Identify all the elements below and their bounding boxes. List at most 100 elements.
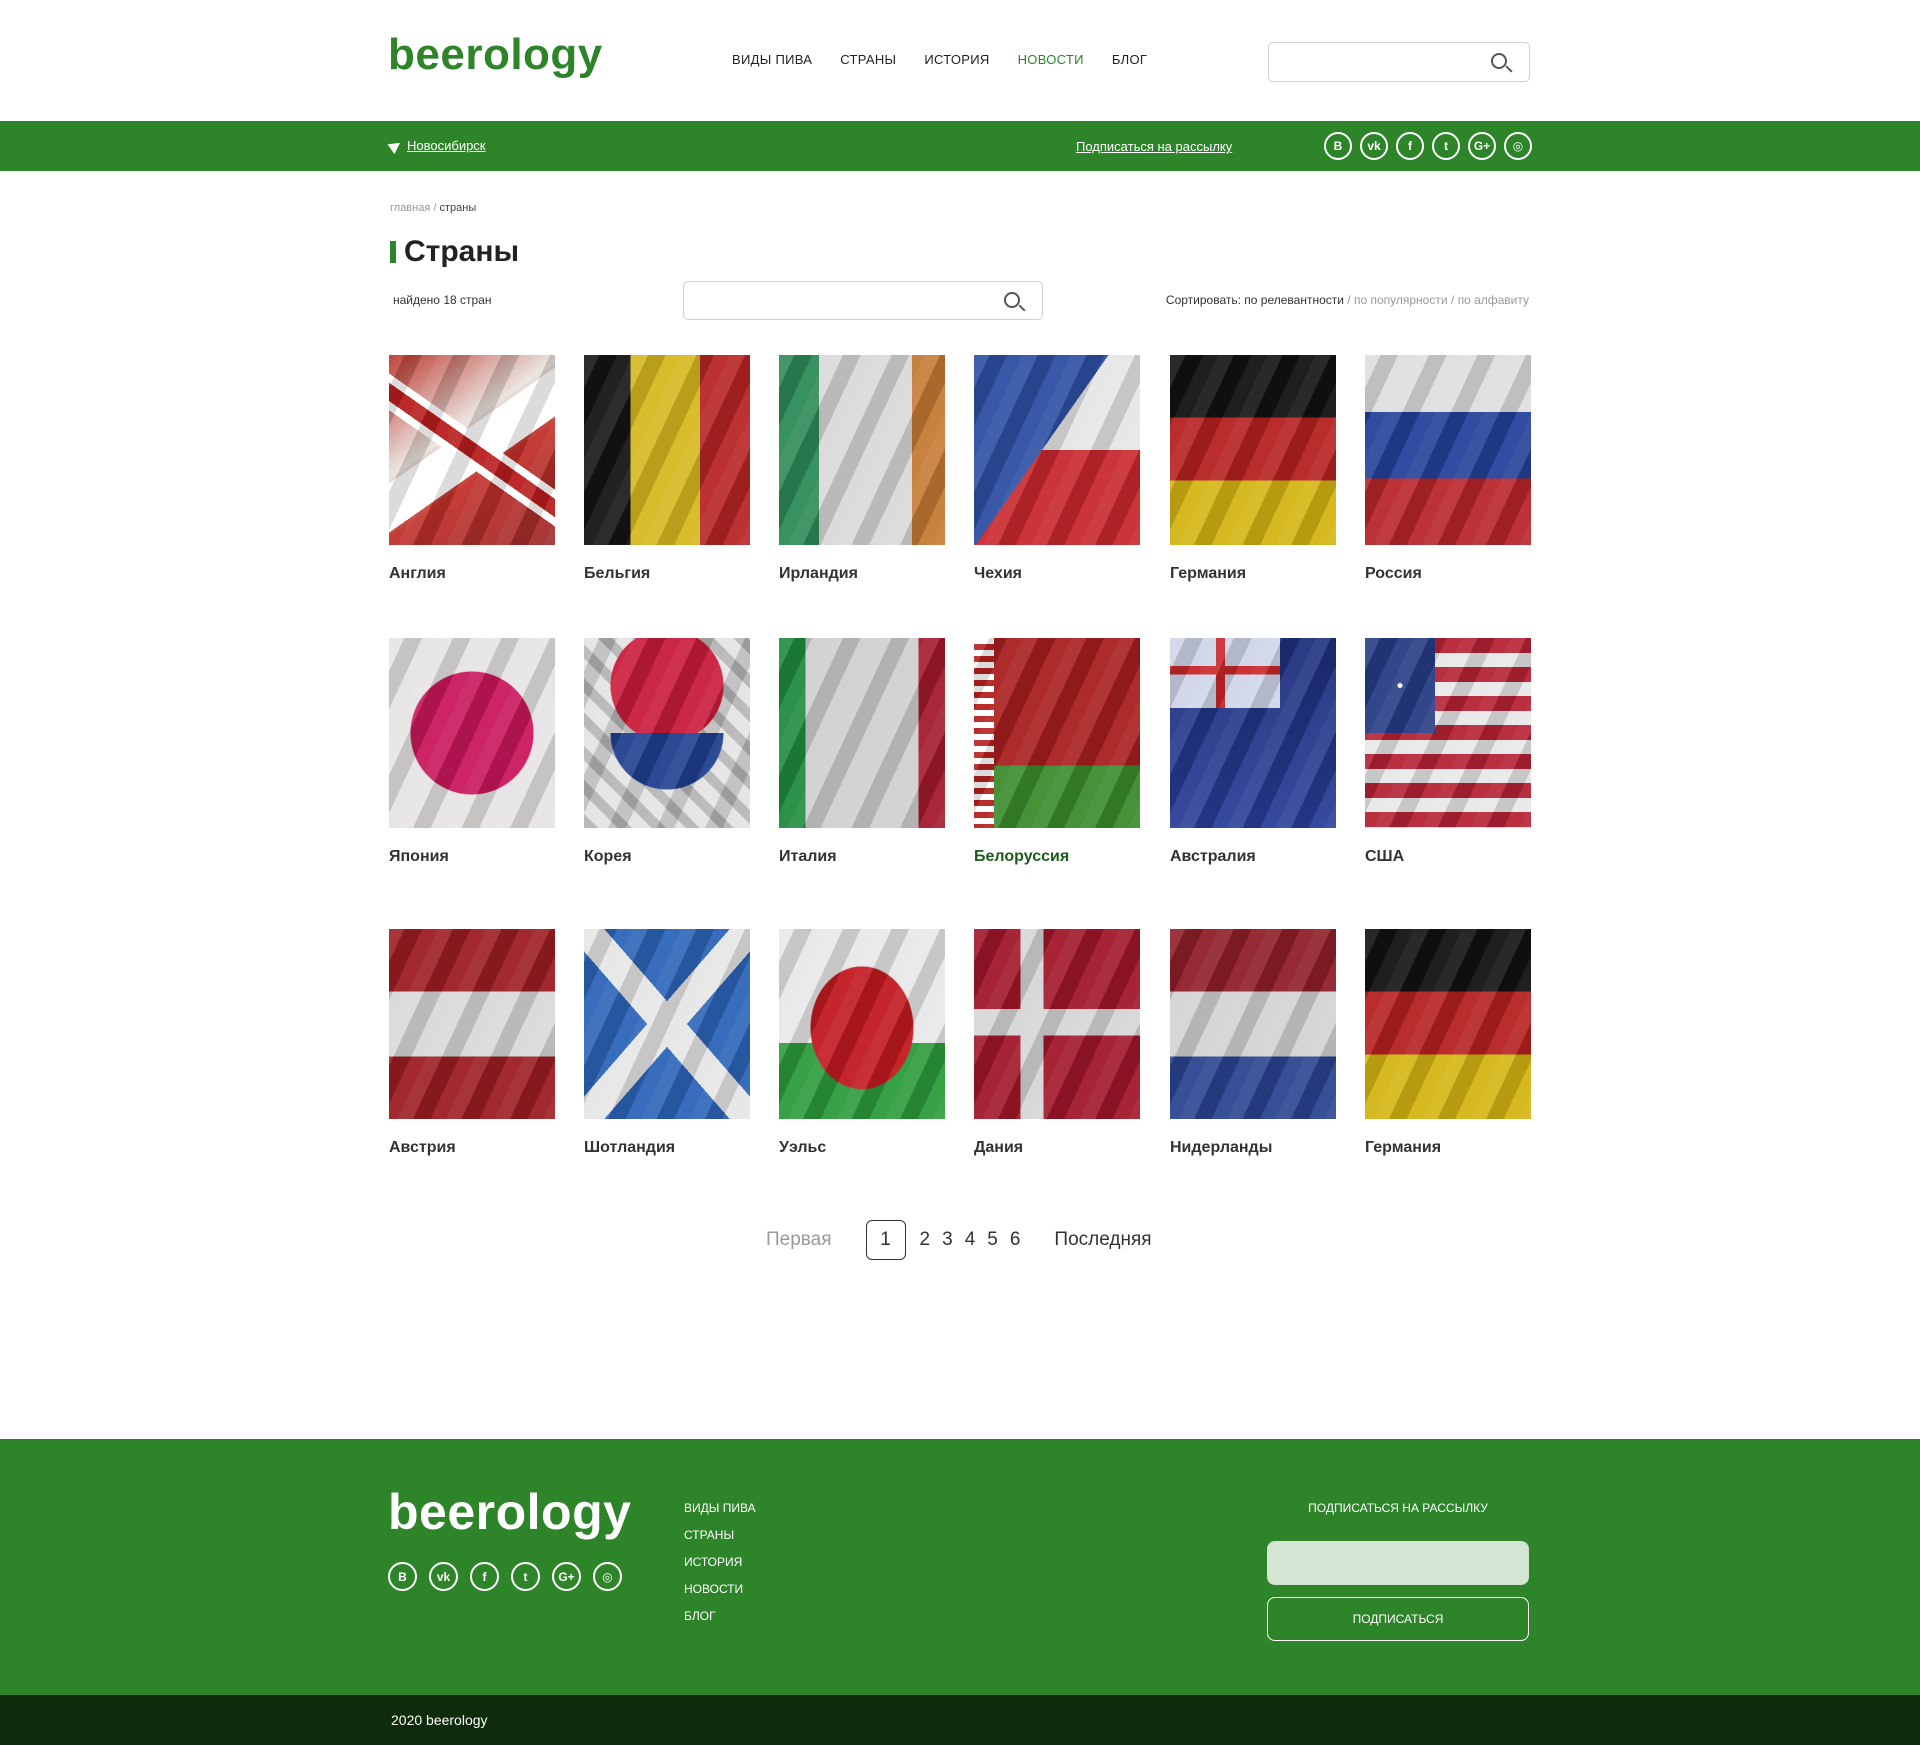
nav-item-countries[interactable]: Страны	[840, 52, 896, 67]
flag-australia-image[interactable]	[1170, 638, 1336, 828]
flag-japan-image[interactable]	[389, 638, 555, 828]
country-search-input[interactable]	[684, 282, 1042, 319]
flag-scotland-image[interactable]	[584, 929, 750, 1119]
pagination-page[interactable]: 4	[965, 1229, 976, 1251]
country-name[interactable]: Чехия	[974, 565, 1140, 583]
twitter-icon[interactable]: t	[511, 1562, 540, 1591]
flag-czech-image[interactable]	[974, 355, 1140, 545]
country-card-russia[interactable]: Россия	[1365, 355, 1531, 583]
newsletter-subscribe-button[interactable]: Подписаться	[1267, 1597, 1529, 1641]
instagram-icon[interactable]: ◎	[1504, 132, 1532, 160]
country-name[interactable]: США	[1365, 848, 1531, 866]
header-search-input[interactable]	[1269, 43, 1529, 81]
country-card-belgium[interactable]: Бельгия	[584, 355, 750, 583]
country-name[interactable]: Германия	[1365, 1139, 1531, 1157]
country-card-netherlands[interactable]: Нидерланды	[1170, 929, 1336, 1157]
country-name[interactable]: Италия	[779, 848, 945, 866]
country-name[interactable]: Нидерланды	[1170, 1139, 1336, 1157]
country-card-italy[interactable]: Италия	[779, 638, 945, 866]
flag-germany-image[interactable]	[1170, 355, 1336, 545]
search-icon[interactable]	[1491, 53, 1507, 69]
country-name[interactable]: Бельгия	[584, 565, 750, 583]
country-name[interactable]: Россия	[1365, 565, 1531, 583]
country-name[interactable]: Уэльс	[779, 1139, 945, 1157]
pagination-page[interactable]: 5	[987, 1229, 998, 1251]
pagination-page[interactable]: 6	[1010, 1229, 1021, 1251]
page-heading: Страны	[404, 235, 520, 268]
footer-nav-news[interactable]: Новости	[684, 1582, 756, 1596]
nav-item-history[interactable]: История	[924, 52, 989, 67]
pagination-page[interactable]: 3	[942, 1229, 953, 1251]
vk-icon[interactable]: vk	[1360, 132, 1388, 160]
flag-usa-image[interactable]	[1365, 638, 1531, 828]
country-card-germany[interactable]: Германия	[1170, 355, 1336, 583]
vkontakte-b-icon[interactable]: B	[388, 1562, 417, 1591]
breadcrumb-home[interactable]: главная	[390, 202, 430, 214]
footer-nav-history[interactable]: История	[684, 1555, 756, 1569]
country-card-usa[interactable]: США	[1365, 638, 1531, 866]
nav-item-news[interactable]: Новости	[1018, 52, 1084, 67]
country-card-belarus[interactable]: Белоруссия	[974, 638, 1140, 866]
footer-nav-beer-types[interactable]: Виды пива	[684, 1501, 756, 1515]
newsletter-email-input[interactable]	[1267, 1541, 1529, 1585]
country-name[interactable]: Германия	[1170, 565, 1336, 583]
search-icon[interactable]	[1004, 292, 1020, 308]
country-card-austria[interactable]: Австрия	[389, 929, 555, 1157]
pagination-page-current[interactable]: 1	[865, 1220, 906, 1260]
country-card-wales[interactable]: Уэльс	[779, 929, 945, 1157]
country-name[interactable]: Дания	[974, 1139, 1140, 1157]
flag-wales-image[interactable]	[779, 929, 945, 1119]
pagination-first[interactable]: Первая	[766, 1229, 832, 1251]
country-name[interactable]: Ирландия	[779, 565, 945, 583]
vkontakte-b-icon[interactable]: B	[1324, 132, 1352, 160]
country-card-korea[interactable]: Корея	[584, 638, 750, 866]
country-card-ireland[interactable]: Ирландия	[779, 355, 945, 583]
flag-netherlands-image[interactable]	[1170, 929, 1336, 1119]
vk-icon[interactable]: vk	[429, 1562, 458, 1591]
flag-belarus-image[interactable]	[974, 638, 1140, 828]
flag-austria-image[interactable]	[389, 929, 555, 1119]
country-name[interactable]: Шотландия	[584, 1139, 750, 1157]
flag-korea-image[interactable]	[584, 638, 750, 828]
footer-nav-blog[interactable]: Блог	[684, 1609, 756, 1623]
country-name[interactable]: Австралия	[1170, 848, 1336, 866]
site-logo[interactable]: beerology	[388, 30, 603, 80]
instagram-icon[interactable]: ◎	[593, 1562, 622, 1591]
flag-england-image[interactable]	[389, 355, 555, 545]
country-card-australia[interactable]: Австралия	[1170, 638, 1336, 866]
footer-nav-countries[interactable]: Страны	[684, 1528, 756, 1542]
twitter-icon[interactable]: t	[1432, 132, 1460, 160]
sort-popularity[interactable]: по популярности	[1354, 293, 1448, 307]
footer-logo[interactable]: beerology	[388, 1483, 631, 1541]
pagination-last[interactable]: Последняя	[1054, 1229, 1151, 1251]
country-card-czech[interactable]: Чехия	[974, 355, 1140, 583]
country-name[interactable]: Австрия	[389, 1139, 555, 1157]
facebook-icon[interactable]: f	[1396, 132, 1424, 160]
facebook-icon[interactable]: f	[470, 1562, 499, 1591]
subscribe-link[interactable]: Подписаться на рассылку	[1076, 139, 1232, 154]
google-plus-icon[interactable]: G+	[552, 1562, 581, 1591]
country-card-denmark[interactable]: Дания	[974, 929, 1140, 1157]
country-card-germany-2[interactable]: Германия	[1365, 929, 1531, 1157]
country-name[interactable]: Корея	[584, 848, 750, 866]
nav-item-beer-types[interactable]: Виды пива	[732, 52, 812, 67]
country-name[interactable]: Япония	[389, 848, 555, 866]
sort-relevance[interactable]: Сортировать: по релевантности	[1166, 293, 1344, 307]
country-card-england[interactable]: Англия	[389, 355, 555, 583]
flag-russia-image[interactable]	[1365, 355, 1531, 545]
city-selector[interactable]: Новосибирск	[387, 137, 486, 154]
pagination-page[interactable]: 2	[920, 1229, 931, 1251]
city-label[interactable]: Новосибирск	[407, 138, 486, 153]
flag-germany-image[interactable]	[1365, 929, 1531, 1119]
country-card-scotland[interactable]: Шотландия	[584, 929, 750, 1157]
country-name[interactable]: Белоруссия	[974, 848, 1140, 866]
flag-belgium-image[interactable]	[584, 355, 750, 545]
flag-italy-image[interactable]	[779, 638, 945, 828]
country-card-japan[interactable]: Япония	[389, 638, 555, 866]
country-name[interactable]: Англия	[389, 565, 555, 583]
sort-alphabet[interactable]: по алфавиту	[1458, 293, 1529, 307]
flag-ireland-image[interactable]	[779, 355, 945, 545]
nav-item-blog[interactable]: Блог	[1112, 52, 1147, 67]
google-plus-icon[interactable]: G+	[1468, 132, 1496, 160]
flag-denmark-image[interactable]	[974, 929, 1140, 1119]
